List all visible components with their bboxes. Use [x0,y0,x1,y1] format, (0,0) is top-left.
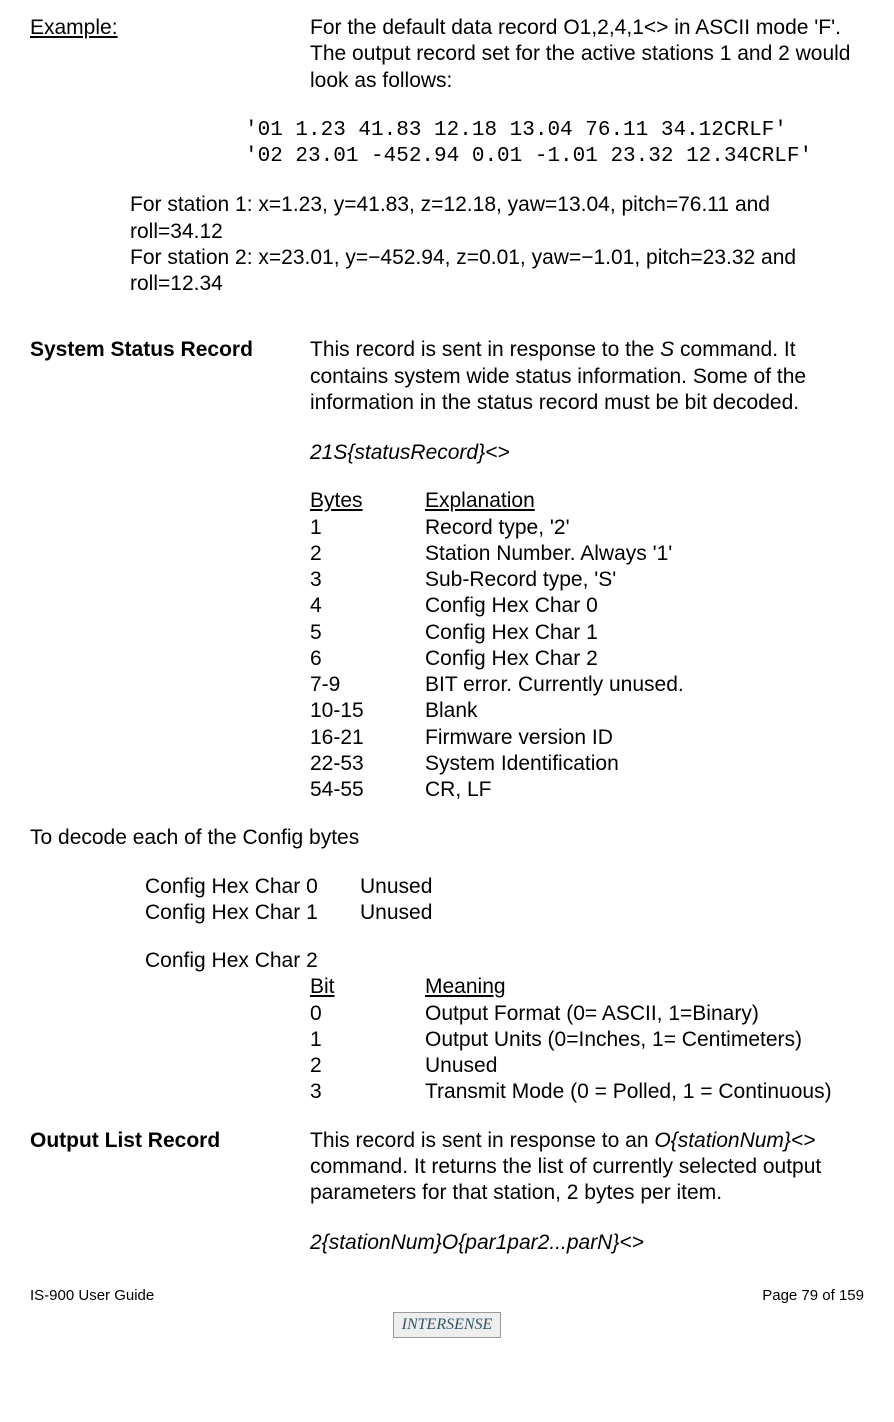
bytes-row: 22-53System Identification [310,751,864,777]
example-label: Example: [30,15,310,94]
bit-header: Bit [310,974,425,1000]
example-intro: For the default data record O1,2,4,1<> i… [310,15,864,94]
config-0-row: Config Hex Char 0 Unused [145,874,864,900]
bytes-row: 2Station Number. Always '1' [310,541,864,567]
bytes-row: 1Record type, '2' [310,515,864,541]
bit-row: 1Output Units (0=Inches, 1= Centimeters) [310,1027,864,1053]
system-status-row: System Status Record This record is sent… [30,337,864,416]
bit-row: 3Transmit Mode (0 = Polled, 1 = Continuo… [310,1079,864,1105]
footer-right: Page 79 of 159 [762,1287,864,1306]
station-2-text: For station 2: x=23.01, y=−452.94, z=0.0… [130,245,864,298]
station-1-text: For station 1: x=1.23, y=41.83, z=12.18,… [130,192,864,245]
bytes-row: 10-15Blank [310,698,864,724]
bit-table: Bit Meaning 0Output Format (0= ASCII, 1=… [310,974,864,1105]
bit-row: 2Unused [310,1053,864,1079]
output-list-row: Output List Record This record is sent i… [30,1128,864,1207]
bytes-header: Bytes [310,488,425,514]
output-list-heading: Output List Record [30,1128,310,1207]
config-1-row: Config Hex Char 1 Unused [145,900,864,926]
bytes-row: 54-55CR, LF [310,777,864,803]
meaning-header: Meaning [425,974,506,1000]
system-status-heading: System Status Record [30,337,310,416]
bytes-table: Bytes Explanation 1Record type, '2'2Stat… [310,488,864,803]
bytes-row: 7-9BIT error. Currently unused. [310,672,864,698]
output-list-format: 2{stationNum}O{par1par2...parN}<> [310,1230,864,1256]
bytes-row: 4Config Hex Char 0 [310,593,864,619]
footer-logo: INTERSENSE [30,1310,864,1338]
bytes-row: 16-21Firmware version ID [310,725,864,751]
explanation-header: Explanation [425,488,535,514]
page-footer: IS-900 User Guide Page 79 of 159 [30,1287,864,1306]
bytes-row: 3Sub-Record type, 'S' [310,567,864,593]
bytes-row: 6Config Hex Char 2 [310,646,864,672]
bit-row: 0Output Format (0= ASCII, 1=Binary) [310,1001,864,1027]
system-status-format: 21S{statusRecord}<> [310,440,864,466]
config-2-label: Config Hex Char 2 [145,948,864,974]
bytes-rows: 1Record type, '2'2Station Number. Always… [310,515,864,804]
system-status-intro: This record is sent in response to the S… [310,337,864,416]
bytes-row: 5Config Hex Char 1 [310,620,864,646]
example-mono-2: '02 23.01 -452.94 0.01 -1.01 23.32 12.34… [245,144,864,170]
example-mono-1: '01 1.23 41.83 12.18 13.04 76.11 34.12CR… [245,118,864,144]
decode-heading: To decode each of the Config bytes [30,825,864,851]
example-row: Example: For the default data record O1,… [30,15,864,94]
footer-left: IS-900 User Guide [30,1287,154,1306]
output-list-intro: This record is sent in response to an O{… [310,1128,864,1207]
